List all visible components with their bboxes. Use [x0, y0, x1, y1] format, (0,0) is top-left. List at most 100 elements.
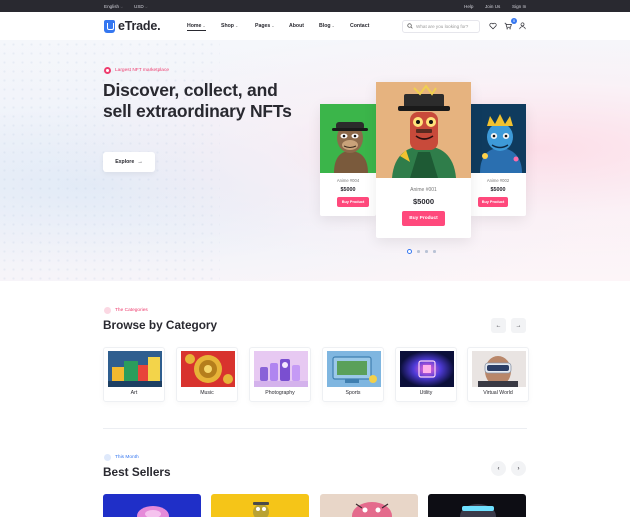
hero-tag: Largest NFT marketplace	[104, 67, 169, 74]
slider-dot-4[interactable]	[433, 250, 436, 253]
category-label: Art	[130, 390, 138, 396]
chevron-down-icon: ⌄	[271, 24, 275, 28]
tag-icon	[104, 454, 111, 461]
chevron-down-icon: ⌄	[234, 24, 239, 28]
chevron-down-icon: ⌄	[202, 24, 206, 28]
nft-image	[320, 104, 376, 173]
category-image	[327, 351, 381, 387]
nft-name: Anime #004	[336, 178, 360, 183]
search-placeholder: What are you looking for?	[416, 23, 469, 29]
nav-shop-label: Shop	[221, 23, 234, 29]
nft-image	[470, 104, 526, 173]
explore-button-label: Explore	[115, 159, 135, 165]
nav-home-label: Home	[187, 23, 202, 29]
best-sellers-next-button[interactable]: ›	[511, 461, 526, 476]
nav-blog[interactable]: Blog⌄	[319, 23, 335, 29]
currency-label: USD	[134, 3, 144, 9]
category-label: Music	[200, 390, 214, 396]
logo[interactable]: eTrade.	[104, 18, 161, 34]
nav-shop[interactable]: Shop⌄	[221, 23, 238, 29]
arrow-right-icon: →	[137, 159, 143, 165]
nft-card-anime-001[interactable]: Anime #001 $5000 Buy Product	[376, 82, 471, 238]
category-image	[472, 351, 526, 387]
cart-count-badge: 0	[511, 18, 517, 24]
product-image	[211, 494, 309, 517]
chevron-right-icon: ›	[517, 465, 520, 472]
hero-tag-label: Largest NFT marketplace	[115, 68, 170, 73]
best-sellers-title: Best Sellers	[103, 465, 171, 479]
categories-tag-label: The Categories	[115, 308, 148, 313]
heart-icon[interactable]	[489, 22, 497, 30]
category-utility[interactable]: Utility	[395, 347, 457, 402]
category-image	[108, 351, 162, 387]
sign-in-link[interactable]: Sign In	[512, 4, 526, 9]
slider-dot-3[interactable]	[425, 250, 428, 253]
categories-title: Browse by Category	[103, 318, 218, 332]
nft-name: Anime #001	[410, 187, 437, 193]
category-sports[interactable]: Sports	[322, 347, 384, 402]
currency-select[interactable]: USD ⌵	[134, 4, 148, 9]
nft-price: $5000	[340, 187, 356, 193]
slider-dot-2[interactable]	[417, 250, 420, 253]
best-seller-card[interactable]	[211, 494, 309, 517]
nft-card-anime-004[interactable]: Anime #004 $5000 Buy Product	[320, 104, 376, 216]
categories-next-button[interactable]: →	[511, 318, 526, 333]
chevron-left-icon: ‹	[497, 465, 500, 472]
best-seller-card[interactable]	[103, 494, 201, 517]
category-art[interactable]: Art	[103, 347, 165, 402]
help-link[interactable]: Help	[464, 4, 473, 9]
nft-image	[376, 82, 471, 178]
category-image	[181, 351, 235, 387]
category-image	[254, 351, 308, 387]
fire-icon	[104, 67, 111, 74]
category-label: Utility	[419, 390, 433, 396]
best-sellers-prev-button[interactable]: ‹	[491, 461, 506, 476]
buy-product-button[interactable]: Buy Product	[402, 211, 445, 226]
section-divider	[103, 428, 527, 429]
main-header: eTrade. Home⌄ Shop⌄ Pages⌄ About Blog⌄ C…	[0, 12, 630, 40]
arrow-left-icon: ←	[495, 322, 502, 329]
category-virtual-world[interactable]: Virtual World	[467, 347, 529, 402]
language-label: English	[104, 3, 120, 9]
category-photography[interactable]: Photography	[249, 347, 311, 402]
nft-card-anime-002[interactable]: Anime #002 $5000 Buy Product	[470, 104, 526, 216]
user-icon[interactable]	[519, 22, 526, 30]
arrow-right-icon: →	[515, 322, 522, 329]
category-label: Virtual World	[483, 390, 513, 396]
best-seller-card[interactable]	[320, 494, 418, 517]
best-sellers-tag: This Month	[104, 454, 139, 461]
best-seller-card[interactable]	[428, 494, 526, 517]
categories-prev-button[interactable]: ←	[491, 318, 506, 333]
explore-button[interactable]: Explore →	[103, 152, 155, 172]
top-bar: English ⌵ USD ⌵ Help Join Us Sign In	[0, 0, 630, 12]
nft-price: $5000	[490, 187, 506, 193]
logo-text: eTrade.	[118, 19, 161, 33]
buy-product-button[interactable]: Buy Product	[337, 197, 369, 207]
search-icon	[407, 23, 413, 29]
category-label: Sports	[345, 390, 361, 396]
categories-tag: The Categories	[104, 307, 148, 314]
product-image	[428, 494, 526, 517]
nav-about[interactable]: About	[289, 23, 304, 29]
nav-contact[interactable]: Contact	[350, 23, 369, 29]
slider-dot-1[interactable]	[407, 249, 412, 254]
hero-title: Discover, collect, and sell extraordinar…	[103, 80, 292, 121]
nav-home[interactable]: Home⌄	[187, 23, 206, 31]
search-input[interactable]: What are you looking for?	[402, 19, 480, 33]
hero-banner	[0, 40, 630, 281]
buy-product-button[interactable]: Buy Product	[478, 197, 508, 207]
join-us-link[interactable]: Join Us	[485, 4, 500, 9]
category-label: Photography	[265, 390, 295, 396]
nft-price: $5000	[412, 197, 435, 206]
cart-icon[interactable]	[504, 22, 512, 30]
logo-icon	[104, 19, 115, 33]
category-music[interactable]: Music	[176, 347, 238, 402]
language-select[interactable]: English ⌵	[104, 4, 123, 9]
nav-pages[interactable]: Pages⌄	[255, 23, 274, 29]
best-sellers-tag-label: This Month	[115, 455, 139, 460]
tag-icon	[104, 307, 111, 314]
product-image	[103, 494, 201, 517]
category-image	[400, 351, 454, 387]
nav-pages-label: Pages	[255, 23, 271, 29]
nav-blog-label: Blog	[319, 23, 331, 29]
